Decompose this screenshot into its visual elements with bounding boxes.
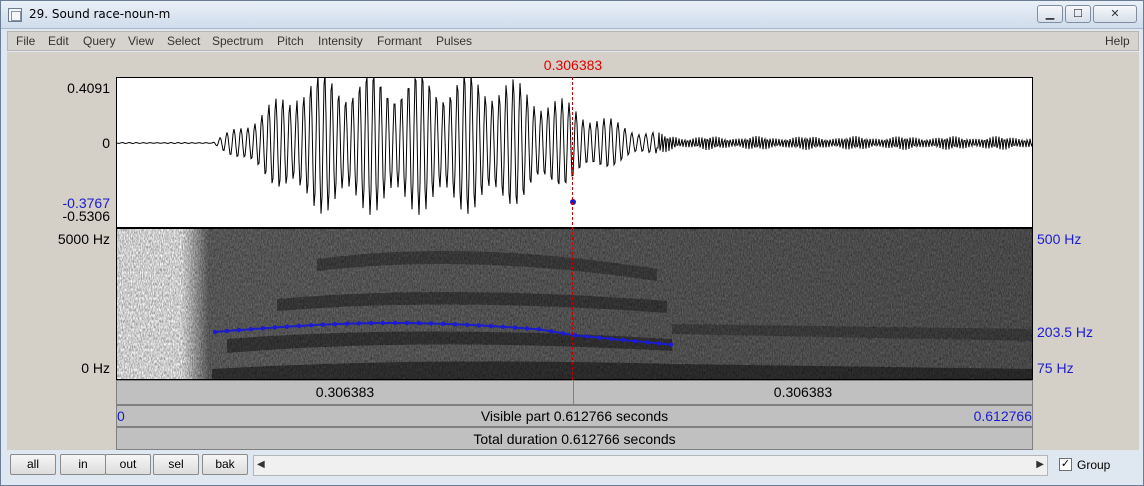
menu-intensity[interactable]: Intensity (318, 34, 363, 48)
cursor-time-label: 0.306383 (543, 57, 603, 73)
visible-start-label: 0 (117, 408, 125, 424)
scroll-left-icon[interactable]: ◀ (257, 459, 265, 470)
spec-fmax-label: 5000 Hz (57, 231, 110, 247)
pitch-point (296, 323, 302, 329)
group-label: Group (1077, 458, 1111, 472)
wave-ymax-label: 0.4091 (67, 80, 110, 96)
pitch-point (596, 335, 602, 340)
pitch-point (440, 321, 446, 327)
spectrogram-noise (117, 229, 1032, 379)
pitch-point (320, 322, 326, 327)
pitch-point (404, 320, 410, 326)
app-icon (8, 8, 22, 22)
zoom-out-button[interactable]: out (105, 454, 151, 475)
spectrogram-view[interactable] (116, 228, 1033, 380)
spec-fmin-label: 0 Hz (81, 360, 110, 376)
pitch-point (632, 338, 638, 344)
pitch-point (368, 320, 374, 326)
right-segment[interactable]: 0.306383 (574, 381, 1032, 404)
pitch-point (416, 321, 422, 326)
close-button[interactable]: ✕ (1093, 5, 1137, 23)
spectrogram-svg (117, 229, 1032, 379)
pitch-point (668, 342, 674, 347)
menu-view[interactable]: View (128, 34, 154, 48)
pitch-point (488, 323, 494, 329)
visible-part-label: Visible part 0.612766 seconds (480, 408, 669, 424)
pitch-point (536, 327, 542, 332)
pitch-point (236, 327, 242, 333)
zoom-all-button[interactable]: all (10, 454, 56, 475)
pitch-top-label: 500 Hz (1037, 231, 1082, 247)
horizontal-scrollbar[interactable]: ◀ ▶ (253, 455, 1048, 476)
menu-help[interactable]: Help (1105, 34, 1130, 48)
visible-part-bar[interactable]: Visible part 0.612766 seconds 0 0.612766 (116, 405, 1033, 427)
wave-yzero-label: 0 (102, 135, 110, 151)
pitch-point (284, 324, 290, 329)
wave-ymin-label: -0.5306 (62, 208, 110, 224)
visible-end-label: 0.612766 (973, 408, 1032, 424)
selection-bar: 0.306383 0.306383 (116, 380, 1033, 405)
window-title: 29. Sound race-noun-m (29, 7, 171, 21)
pitch-point (356, 321, 362, 326)
pitch-bottom-label: 75 Hz (1037, 360, 1074, 376)
pitch-cursor-label: 203.5 Hz (1037, 324, 1094, 340)
pitch-point (248, 327, 254, 332)
menu-select[interactable]: Select (167, 34, 200, 48)
menu-edit[interactable]: Edit (48, 34, 69, 48)
minimize-button[interactable]: ▁ (1037, 5, 1063, 23)
pitch-point (524, 326, 530, 331)
pitch-point (572, 333, 578, 338)
editor-window: 29. Sound race-noun-m ▁ ☐ ✕ File Edit Qu… (0, 0, 1144, 486)
pitch-point (224, 328, 230, 334)
scroll-right-icon[interactable]: ▶ (1036, 459, 1044, 470)
pitch-point (212, 329, 218, 335)
title-bar: 29. Sound race-noun-m ▁ ☐ ✕ (1, 1, 1143, 29)
cursor-line (572, 77, 573, 380)
total-duration-label: Total duration 0.612766 seconds (473, 431, 676, 447)
left-segment[interactable]: 0.306383 (117, 381, 574, 404)
zoom-sel-button[interactable]: sel (153, 454, 199, 475)
pitch-point (560, 331, 566, 336)
waveform-trace (117, 78, 1032, 215)
pitch-point (644, 340, 650, 345)
pitch-point (452, 322, 458, 327)
pitch-point (608, 336, 614, 342)
group-checkbox[interactable]: ✓ (1059, 458, 1072, 471)
waveform-svg (117, 78, 1032, 215)
cursor-sample-marker (570, 199, 576, 205)
waveform-view[interactable] (116, 77, 1033, 228)
menu-pitch[interactable]: Pitch (277, 34, 304, 48)
pitch-point (344, 321, 350, 326)
pitch-point (464, 322, 470, 327)
zoom-in-button[interactable]: in (60, 454, 106, 475)
pitch-point (332, 321, 338, 327)
pitch-point (584, 334, 590, 339)
total-duration-bar[interactable]: Total duration 0.612766 seconds (116, 427, 1033, 450)
pitch-point (428, 321, 434, 326)
menu-formant[interactable]: Formant (377, 34, 422, 48)
menu-pulses[interactable]: Pulses (436, 34, 472, 48)
menu-file[interactable]: File (16, 34, 35, 48)
zoom-back-button[interactable]: bak (202, 454, 248, 475)
pitch-point (512, 325, 518, 330)
pitch-point (500, 324, 506, 330)
maximize-button[interactable]: ☐ (1065, 5, 1091, 23)
pitch-point (548, 329, 554, 334)
menu-bar: File Edit Query View Select Spectrum Pit… (7, 31, 1139, 51)
pitch-point (392, 320, 398, 326)
pitch-point (620, 337, 626, 343)
pitch-point (476, 323, 482, 328)
pitch-point (380, 320, 386, 326)
pitch-point (260, 326, 266, 331)
menu-query[interactable]: Query (83, 34, 116, 48)
pitch-point (308, 323, 314, 328)
menu-spectrum[interactable]: Spectrum (212, 34, 263, 48)
pitch-point (272, 325, 278, 330)
pitch-point (656, 341, 662, 346)
